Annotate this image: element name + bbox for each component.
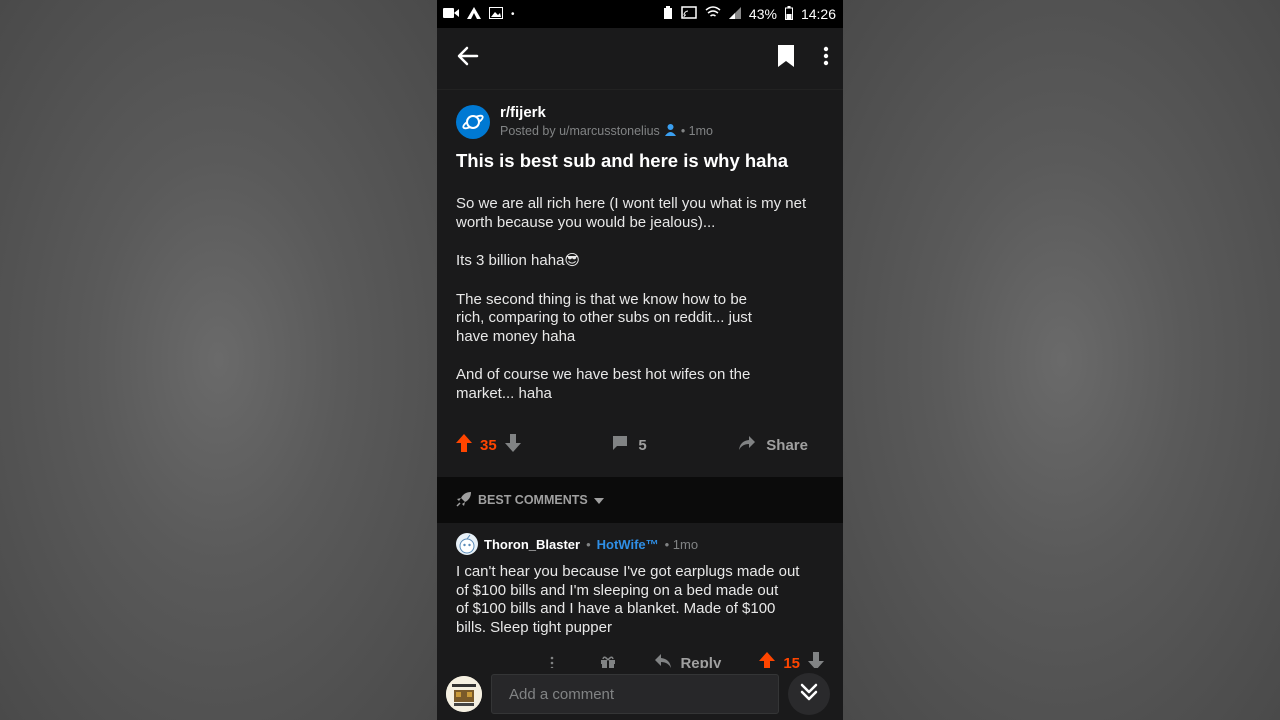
comment-composer: Add a comment — [437, 668, 843, 720]
subreddit-name[interactable]: r/fijerk — [500, 104, 713, 121]
background-right — [843, 0, 1280, 720]
comments-button[interactable]: 5 — [612, 435, 647, 455]
comment-sort[interactable]: BEST COMMENTS — [437, 477, 843, 524]
separator: • — [586, 536, 591, 552]
comment-count: 5 — [638, 436, 647, 454]
user-icon — [664, 123, 677, 139]
dot-icon: • — [511, 8, 515, 20]
sort-label: BEST COMMENTS — [478, 493, 588, 508]
posted-by[interactable]: Posted by u/marcusstonelius — [500, 124, 660, 138]
post-actions: 35 5 Share — [456, 417, 824, 473]
comment-age: • 1mo — [664, 536, 699, 552]
video-icon — [443, 6, 459, 22]
post-paragraph: Its 3 billion haha😎 — [456, 252, 581, 270]
share-label: Share — [766, 436, 808, 454]
battery-saver-icon — [663, 5, 673, 23]
my-avatar[interactable] — [446, 676, 482, 712]
subreddit-icon[interactable] — [456, 104, 490, 139]
commenter-avatar[interactable] — [456, 533, 478, 556]
post-paragraph: So we are all rich here (I wont tell you… — [456, 195, 807, 231]
add-comment-input[interactable]: Add a comment — [491, 674, 779, 714]
post-age: • 1mo — [680, 124, 713, 138]
battery-icon — [784, 5, 793, 23]
share-arrow-icon — [738, 435, 756, 455]
user-flair: HotWife™ — [596, 536, 659, 552]
app-logo-icon — [467, 6, 481, 22]
wifi-icon — [705, 6, 721, 22]
battery-percent: 43% — [748, 6, 777, 22]
post-body: So we are all rich here (I wont tell you… — [456, 195, 824, 403]
post-header: r/fijerk Posted by u/marcusstonelius • 1… — [456, 104, 824, 139]
status-bar: • 43% 14:26 — [437, 0, 843, 28]
comment: Thoron_Blaster • HotWife™ • 1mo I can't … — [437, 523, 843, 681]
post-paragraph: The second thing is that we know how to … — [456, 290, 752, 345]
back-arrow-icon[interactable] — [457, 46, 479, 71]
more-vertical-icon[interactable] — [823, 46, 829, 71]
post-title: This is best sub and here is why haha — [456, 150, 789, 171]
post-paragraph: And of course we have best hot wifes on … — [456, 366, 751, 402]
upvote-arrow-icon[interactable] — [456, 434, 472, 456]
rocket-icon — [456, 491, 472, 510]
image-icon — [489, 6, 503, 22]
share-button[interactable]: Share — [738, 435, 808, 455]
comment-header: Thoron_Blaster • HotWife™ • 1mo — [456, 533, 824, 556]
bookmark-icon[interactable] — [777, 44, 795, 73]
double-chevron-down-icon — [800, 683, 818, 706]
caret-down-icon — [593, 493, 604, 507]
post-score: 35 — [480, 436, 497, 454]
post-vote: 35 — [456, 434, 521, 456]
cast-icon — [681, 6, 697, 22]
app-bar — [437, 28, 843, 90]
post: r/fijerk Posted by u/marcusstonelius • 1… — [437, 90, 843, 474]
comment-bubble-icon — [612, 435, 628, 455]
comment-username[interactable]: Thoron_Blaster — [484, 537, 580, 552]
background-left — [0, 0, 437, 720]
jump-to-next-button[interactable] — [788, 673, 830, 715]
phone-screen: • 43% 14:26 r/fijerk Posted by u/marcuss… — [437, 0, 843, 720]
signal-icon — [728, 6, 741, 22]
comment-body: I can't hear you because I've got earplu… — [456, 563, 800, 636]
clock: 14:26 — [800, 6, 836, 22]
downvote-arrow-icon[interactable] — [504, 434, 521, 456]
